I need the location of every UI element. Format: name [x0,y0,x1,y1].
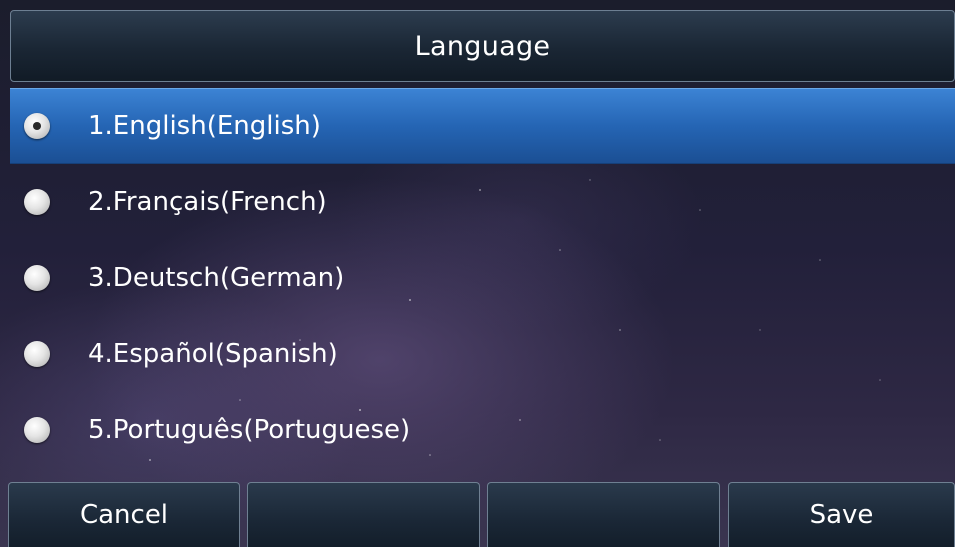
radio-unselected-icon[interactable] [24,265,50,291]
language-option-label: 3.Deutsch(German) [88,263,345,293]
language-option-label: 4.Español(Spanish) [88,339,338,369]
language-option-label: 2.Français(French) [88,187,327,217]
language-option-label: 5.Português(Portuguese) [88,415,411,445]
language-list: 1.English(English) 2.Français(French) 3.… [10,88,955,468]
radio-selected-icon[interactable] [24,113,50,139]
cancel-button[interactable]: Cancel [8,482,240,547]
language-option-french[interactable]: 2.Français(French) [10,164,955,240]
phone-screen: Language 1.English(English) 2.Français(F… [0,0,955,547]
radio-unselected-icon[interactable] [24,341,50,367]
language-option-spanish[interactable]: 4.Español(Spanish) [10,316,955,392]
language-option-german[interactable]: 3.Deutsch(German) [10,240,955,316]
language-option-label: 1.English(English) [88,111,321,141]
softkey-bar: Cancel Save [0,482,955,547]
save-button[interactable]: Save [728,482,955,547]
title-bar: Language [10,10,955,82]
radio-unselected-icon[interactable] [24,189,50,215]
radio-unselected-icon[interactable] [24,417,50,443]
language-option-english[interactable]: 1.English(English) [10,88,955,164]
page-title: Language [414,30,551,62]
softkey-2-button[interactable] [247,482,480,547]
softkey-3-button[interactable] [487,482,720,547]
language-option-portuguese[interactable]: 5.Português(Portuguese) [10,392,955,468]
